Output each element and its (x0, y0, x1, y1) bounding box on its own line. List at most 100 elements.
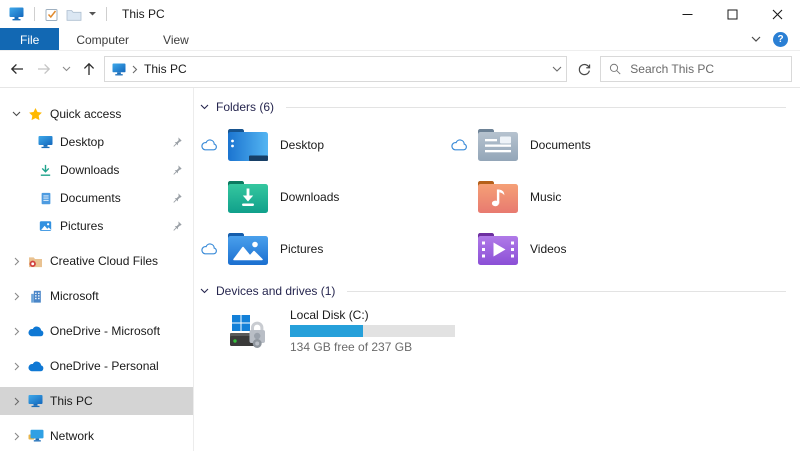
sidebar-item-label: Network (50, 429, 94, 443)
navigation-pane: Quick access Desktop Downloads Documents… (0, 88, 194, 451)
sidebar-item-label: OneDrive - Personal (50, 359, 159, 373)
building-icon (27, 289, 44, 304)
back-button[interactable] (4, 56, 30, 82)
ribbon-tab-row: File Computer View ? (0, 28, 800, 51)
up-button[interactable] (76, 56, 102, 82)
search-input[interactable] (630, 62, 783, 76)
cloud-status-icon (201, 139, 218, 151)
group-header-devices: Devices and drives (1) (200, 284, 786, 298)
disk-usage-bar (290, 325, 455, 337)
chevron-right-icon[interactable] (10, 327, 23, 336)
star-icon (27, 107, 44, 122)
window-title: This PC (122, 7, 165, 21)
sidebar-item-label: Creative Cloud Files (50, 254, 158, 268)
refresh-button[interactable] (569, 56, 599, 82)
tile-label: Pictures (280, 242, 323, 256)
drive-name: Local Disk (C:) (290, 308, 455, 322)
customize-qat-caret-icon[interactable] (89, 12, 96, 16)
sidebar-item-onedrive-microsoft[interactable]: OneDrive - Microsoft (0, 317, 193, 345)
sidebar-item-documents[interactable]: Documents (0, 184, 193, 212)
chevron-right-icon[interactable] (10, 257, 23, 266)
disk-usage-fill (290, 325, 363, 337)
forward-icon (36, 61, 52, 77)
tile-music[interactable]: Music (450, 171, 700, 223)
chevron-down-icon[interactable] (200, 104, 209, 110)
this-pc-icon (9, 7, 24, 21)
search-icon (609, 62, 621, 76)
sidebar-item-network[interactable]: Network (0, 422, 193, 450)
chevron-right-icon[interactable] (10, 292, 23, 301)
sidebar-item-desktop[interactable]: Desktop (0, 128, 193, 156)
chevron-right-icon[interactable] (10, 397, 23, 406)
sidebar-item-pictures[interactable]: Pictures (0, 212, 193, 240)
close-button[interactable] (755, 0, 800, 28)
pictures-icon (37, 219, 54, 233)
search-box[interactable] (600, 56, 792, 82)
tile-desktop[interactable]: Desktop (200, 119, 450, 171)
new-folder-icon[interactable] (66, 8, 82, 21)
desktop-folder-icon (228, 128, 268, 162)
download-icon (37, 163, 54, 178)
address-dropdown-chevron-icon[interactable] (552, 66, 562, 72)
sidebar-item-quick-access[interactable]: Quick access (0, 100, 193, 128)
sidebar-item-label: OneDrive - Microsoft (50, 324, 160, 338)
breadcrumb-chevron-icon[interactable] (132, 65, 138, 74)
recent-locations-button[interactable] (58, 56, 75, 82)
sidebar-item-creative-cloud-files[interactable]: Creative Cloud Files (0, 247, 193, 275)
cloud-status-icon (451, 139, 468, 151)
title-bar: This PC (0, 0, 800, 28)
sidebar-item-label: Microsoft (50, 289, 99, 303)
tile-label: Downloads (280, 190, 339, 204)
onedrive-icon (27, 326, 44, 337)
tile-videos[interactable]: Videos (450, 223, 700, 275)
drive-free-space: 134 GB free of 237 GB (290, 340, 455, 354)
pin-icon[interactable] (171, 136, 183, 148)
creative-cloud-icon (27, 255, 44, 268)
sidebar-item-onedrive-personal[interactable]: OneDrive - Personal (0, 352, 193, 380)
sidebar-item-downloads[interactable]: Downloads (0, 156, 193, 184)
sidebar-item-this-pc[interactable]: This PC (0, 387, 193, 415)
tab-computer[interactable]: Computer (59, 28, 146, 50)
sidebar-item-label: Downloads (60, 163, 119, 177)
collapse-ribbon-chevron-icon[interactable] (751, 36, 761, 42)
sidebar-item-label: Quick access (50, 107, 121, 121)
forward-button[interactable] (31, 56, 57, 82)
this-pc-icon (27, 394, 44, 408)
tab-view[interactable]: View (146, 28, 206, 50)
window-controls (665, 0, 800, 28)
tile-label: Desktop (280, 138, 324, 152)
navigation-bar: This PC (0, 51, 800, 88)
properties-icon[interactable] (45, 7, 59, 21)
breadcrumb[interactable]: This PC (144, 62, 187, 76)
back-icon (9, 61, 25, 77)
pin-icon[interactable] (171, 192, 183, 204)
pin-icon[interactable] (171, 220, 183, 232)
group-rule (286, 107, 786, 108)
quick-access-toolbar: This PC (0, 7, 165, 21)
videos-folder-icon (478, 232, 518, 266)
music-folder-icon (478, 180, 518, 214)
tile-label: Documents (530, 138, 591, 152)
tab-file[interactable]: File (0, 28, 59, 50)
address-bar[interactable]: This PC (104, 56, 567, 82)
minimize-button[interactable] (665, 0, 710, 28)
help-icon[interactable]: ? (773, 32, 788, 47)
divider (106, 7, 107, 21)
chevron-down-icon[interactable] (10, 111, 23, 117)
chevron-right-icon[interactable] (10, 362, 23, 371)
chevron-down-icon[interactable] (200, 288, 209, 294)
sidebar-item-label: Desktop (60, 135, 104, 149)
pin-icon[interactable] (171, 164, 183, 176)
cloud-status-icon (201, 243, 218, 255)
sidebar-item-label: Documents (60, 191, 121, 205)
maximize-button[interactable] (710, 0, 755, 28)
chevron-right-icon[interactable] (10, 432, 23, 441)
tile-local-disk-c[interactable]: Local Disk (C:) 134 GB free of 237 GB (200, 303, 786, 359)
sidebar-item-microsoft[interactable]: Microsoft (0, 282, 193, 310)
tile-documents[interactable]: Documents (450, 119, 700, 171)
tile-label: Music (530, 190, 561, 204)
tile-pictures[interactable]: Pictures (200, 223, 450, 275)
group-rule (347, 291, 786, 292)
local-disk-bitlocker-icon (228, 311, 268, 351)
tile-downloads[interactable]: Downloads (200, 171, 450, 223)
